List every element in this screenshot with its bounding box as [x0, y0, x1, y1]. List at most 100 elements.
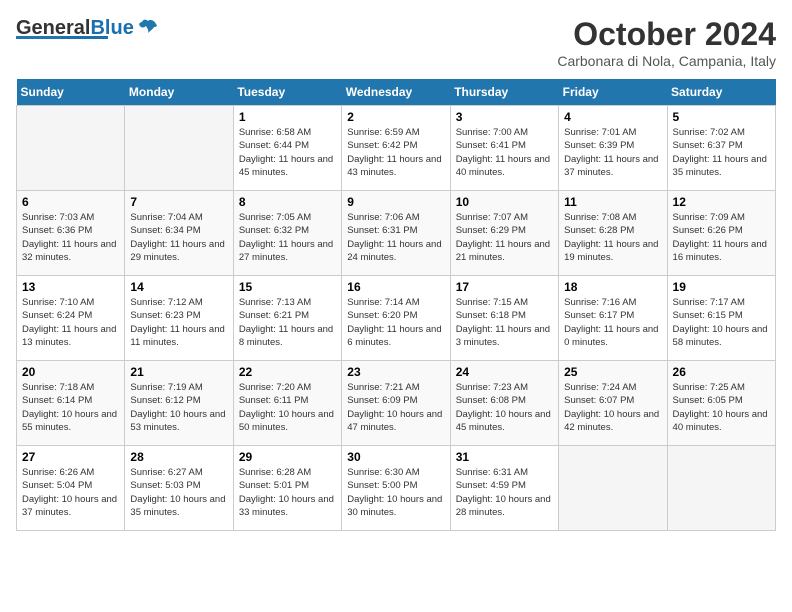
day-number: 10	[456, 195, 553, 209]
day-number: 17	[456, 280, 553, 294]
day-info: Sunrise: 6:59 AM Sunset: 6:42 PM Dayligh…	[347, 126, 444, 179]
calendar-cell: 8 Sunrise: 7:05 AM Sunset: 6:32 PM Daylig…	[233, 191, 341, 276]
day-number: 16	[347, 280, 444, 294]
calendar-cell: 18Sunrise: 7:16 AM Sunset: 6:17 PM Dayli…	[559, 276, 667, 361]
calendar-cell: 7Sunrise: 7:04 AM Sunset: 6:34 PM Daylig…	[125, 191, 233, 276]
day-number: 25	[564, 365, 661, 379]
day-number: 29	[239, 450, 336, 464]
calendar-cell: 5Sunrise: 7:02 AM Sunset: 6:37 PM Daylig…	[667, 106, 775, 191]
calendar-cell	[667, 446, 775, 531]
calendar-table: SundayMondayTuesdayWednesdayThursdayFrid…	[16, 79, 776, 531]
day-info: Sunrise: 7:25 AM Sunset: 6:05 PM Dayligh…	[673, 381, 770, 434]
day-number: 20	[22, 365, 119, 379]
calendar-cell: 25 Sunrise: 7:24 AM Sunset: 6:07 PM Dayli…	[559, 361, 667, 446]
day-number: 6	[22, 195, 119, 209]
day-info: Sunrise: 7:00 AM Sunset: 6:41 PM Dayligh…	[456, 126, 553, 179]
calendar-cell: 3 Sunrise: 7:00 AM Sunset: 6:41 PM Daylig…	[450, 106, 558, 191]
day-info: Sunrise: 7:14 AM Sunset: 6:20 PM Dayligh…	[347, 296, 444, 349]
logo-bird-icon	[136, 16, 160, 40]
calendar-cell: 27 Sunrise: 6:26 AM Sunset: 5:04 PM Dayli…	[17, 446, 125, 531]
calendar-cell: 15 Sunrise: 7:13 AM Sunset: 6:21 PM Dayli…	[233, 276, 341, 361]
logo: General Blue	[16, 16, 160, 39]
calendar-cell: 16 Sunrise: 7:14 AM Sunset: 6:20 PM Dayli…	[342, 276, 450, 361]
calendar-cell: 14 Sunrise: 7:12 AM Sunset: 6:23 PM Dayli…	[125, 276, 233, 361]
calendar-cell: 30Sunrise: 6:30 AM Sunset: 5:00 PM Dayli…	[342, 446, 450, 531]
calendar-cell: 21Sunrise: 7:19 AM Sunset: 6:12 PM Dayli…	[125, 361, 233, 446]
day-number: 18	[564, 280, 661, 294]
day-info: Sunrise: 6:27 AM Sunset: 5:03 PM Dayligh…	[130, 466, 227, 519]
calendar-cell	[125, 106, 233, 191]
day-number: 23	[347, 365, 444, 379]
weekday-header-tuesday: Tuesday	[233, 79, 341, 106]
day-number: 3	[456, 110, 553, 124]
day-info: Sunrise: 7:10 AM Sunset: 6:24 PM Dayligh…	[22, 296, 119, 349]
day-number: 12	[673, 195, 770, 209]
day-number: 27	[22, 450, 119, 464]
calendar-cell: 13 Sunrise: 7:10 AM Sunset: 6:24 PM Dayli…	[17, 276, 125, 361]
day-number: 26	[673, 365, 770, 379]
calendar-cell: 22 Sunrise: 7:20 AM Sunset: 6:11 PM Dayli…	[233, 361, 341, 446]
weekday-header-row: SundayMondayTuesdayWednesdayThursdayFrid…	[17, 79, 776, 106]
day-info: Sunrise: 7:05 AM Sunset: 6:32 PM Dayligh…	[239, 211, 336, 264]
calendar-cell: 31Sunrise: 6:31 AM Sunset: 4:59 PM Dayli…	[450, 446, 558, 531]
day-info: Sunrise: 7:21 AM Sunset: 6:09 PM Dayligh…	[347, 381, 444, 434]
calendar-cell: 12 Sunrise: 7:09 AM Sunset: 6:26 PM Dayli…	[667, 191, 775, 276]
calendar-week-row: 20 Sunrise: 7:18 AM Sunset: 6:14 PM Dayli…	[17, 361, 776, 446]
weekday-header-monday: Monday	[125, 79, 233, 106]
day-number: 9	[347, 195, 444, 209]
day-info: Sunrise: 7:12 AM Sunset: 6:23 PM Dayligh…	[130, 296, 227, 349]
calendar-week-row: 1 Sunrise: 6:58 AM Sunset: 6:44 PM Daylig…	[17, 106, 776, 191]
calendar-cell: 23 Sunrise: 7:21 AM Sunset: 6:09 PM Dayli…	[342, 361, 450, 446]
day-info: Sunrise: 7:15 AM Sunset: 6:18 PM Dayligh…	[456, 296, 553, 349]
weekday-header-sunday: Sunday	[17, 79, 125, 106]
day-info: Sunrise: 7:09 AM Sunset: 6:26 PM Dayligh…	[673, 211, 770, 264]
weekday-header-friday: Friday	[559, 79, 667, 106]
calendar-cell	[17, 106, 125, 191]
calendar-cell: 4 Sunrise: 7:01 AM Sunset: 6:39 PM Daylig…	[559, 106, 667, 191]
calendar-cell	[559, 446, 667, 531]
day-info: Sunrise: 7:02 AM Sunset: 6:37 PM Dayligh…	[673, 126, 770, 179]
day-info: Sunrise: 7:06 AM Sunset: 6:31 PM Dayligh…	[347, 211, 444, 264]
calendar-cell: 10 Sunrise: 7:07 AM Sunset: 6:29 PM Dayli…	[450, 191, 558, 276]
calendar-week-row: 6 Sunrise: 7:03 AM Sunset: 6:36 PM Daylig…	[17, 191, 776, 276]
day-number: 11	[564, 195, 661, 209]
calendar-week-row: 13 Sunrise: 7:10 AM Sunset: 6:24 PM Dayli…	[17, 276, 776, 361]
day-number: 31	[456, 450, 553, 464]
day-info: Sunrise: 7:23 AM Sunset: 6:08 PM Dayligh…	[456, 381, 553, 434]
day-number: 22	[239, 365, 336, 379]
day-info: Sunrise: 7:03 AM Sunset: 6:36 PM Dayligh…	[22, 211, 119, 264]
day-number: 15	[239, 280, 336, 294]
day-number: 1	[239, 110, 336, 124]
day-info: Sunrise: 7:18 AM Sunset: 6:14 PM Dayligh…	[22, 381, 119, 434]
calendar-cell: 11 Sunrise: 7:08 AM Sunset: 6:28 PM Dayli…	[559, 191, 667, 276]
day-number: 24	[456, 365, 553, 379]
day-number: 28	[130, 450, 227, 464]
day-number: 19	[673, 280, 770, 294]
calendar-cell: 17 Sunrise: 7:15 AM Sunset: 6:18 PM Dayli…	[450, 276, 558, 361]
day-info: Sunrise: 7:24 AM Sunset: 6:07 PM Dayligh…	[564, 381, 661, 434]
calendar-cell: 19 Sunrise: 7:17 AM Sunset: 6:15 PM Dayli…	[667, 276, 775, 361]
day-number: 2	[347, 110, 444, 124]
day-number: 8	[239, 195, 336, 209]
day-info: Sunrise: 7:01 AM Sunset: 6:39 PM Dayligh…	[564, 126, 661, 179]
day-info: Sunrise: 6:58 AM Sunset: 6:44 PM Dayligh…	[239, 126, 336, 179]
day-info: Sunrise: 7:08 AM Sunset: 6:28 PM Dayligh…	[564, 211, 661, 264]
day-number: 13	[22, 280, 119, 294]
day-info: Sunrise: 7:20 AM Sunset: 6:11 PM Dayligh…	[239, 381, 336, 434]
page-header: General Blue October 2024 Carbonara di N…	[16, 16, 776, 69]
calendar-cell: 29 Sunrise: 6:28 AM Sunset: 5:01 PM Dayli…	[233, 446, 341, 531]
day-info: Sunrise: 6:26 AM Sunset: 5:04 PM Dayligh…	[22, 466, 119, 519]
calendar-cell: 20 Sunrise: 7:18 AM Sunset: 6:14 PM Dayli…	[17, 361, 125, 446]
day-number: 4	[564, 110, 661, 124]
calendar-subtitle: Carbonara di Nola, Campania, Italy	[557, 53, 776, 69]
day-number: 14	[130, 280, 227, 294]
day-info: Sunrise: 7:07 AM Sunset: 6:29 PM Dayligh…	[456, 211, 553, 264]
calendar-cell: 2 Sunrise: 6:59 AM Sunset: 6:42 PM Daylig…	[342, 106, 450, 191]
day-info: Sunrise: 7:19 AM Sunset: 6:12 PM Dayligh…	[130, 381, 227, 434]
day-info: Sunrise: 7:13 AM Sunset: 6:21 PM Dayligh…	[239, 296, 336, 349]
calendar-cell: 26 Sunrise: 7:25 AM Sunset: 6:05 PM Dayli…	[667, 361, 775, 446]
calendar-cell: 6 Sunrise: 7:03 AM Sunset: 6:36 PM Daylig…	[17, 191, 125, 276]
day-info: Sunrise: 7:17 AM Sunset: 6:15 PM Dayligh…	[673, 296, 770, 349]
day-info: Sunrise: 6:30 AM Sunset: 5:00 PM Dayligh…	[347, 466, 444, 519]
day-info: Sunrise: 6:28 AM Sunset: 5:01 PM Dayligh…	[239, 466, 336, 519]
